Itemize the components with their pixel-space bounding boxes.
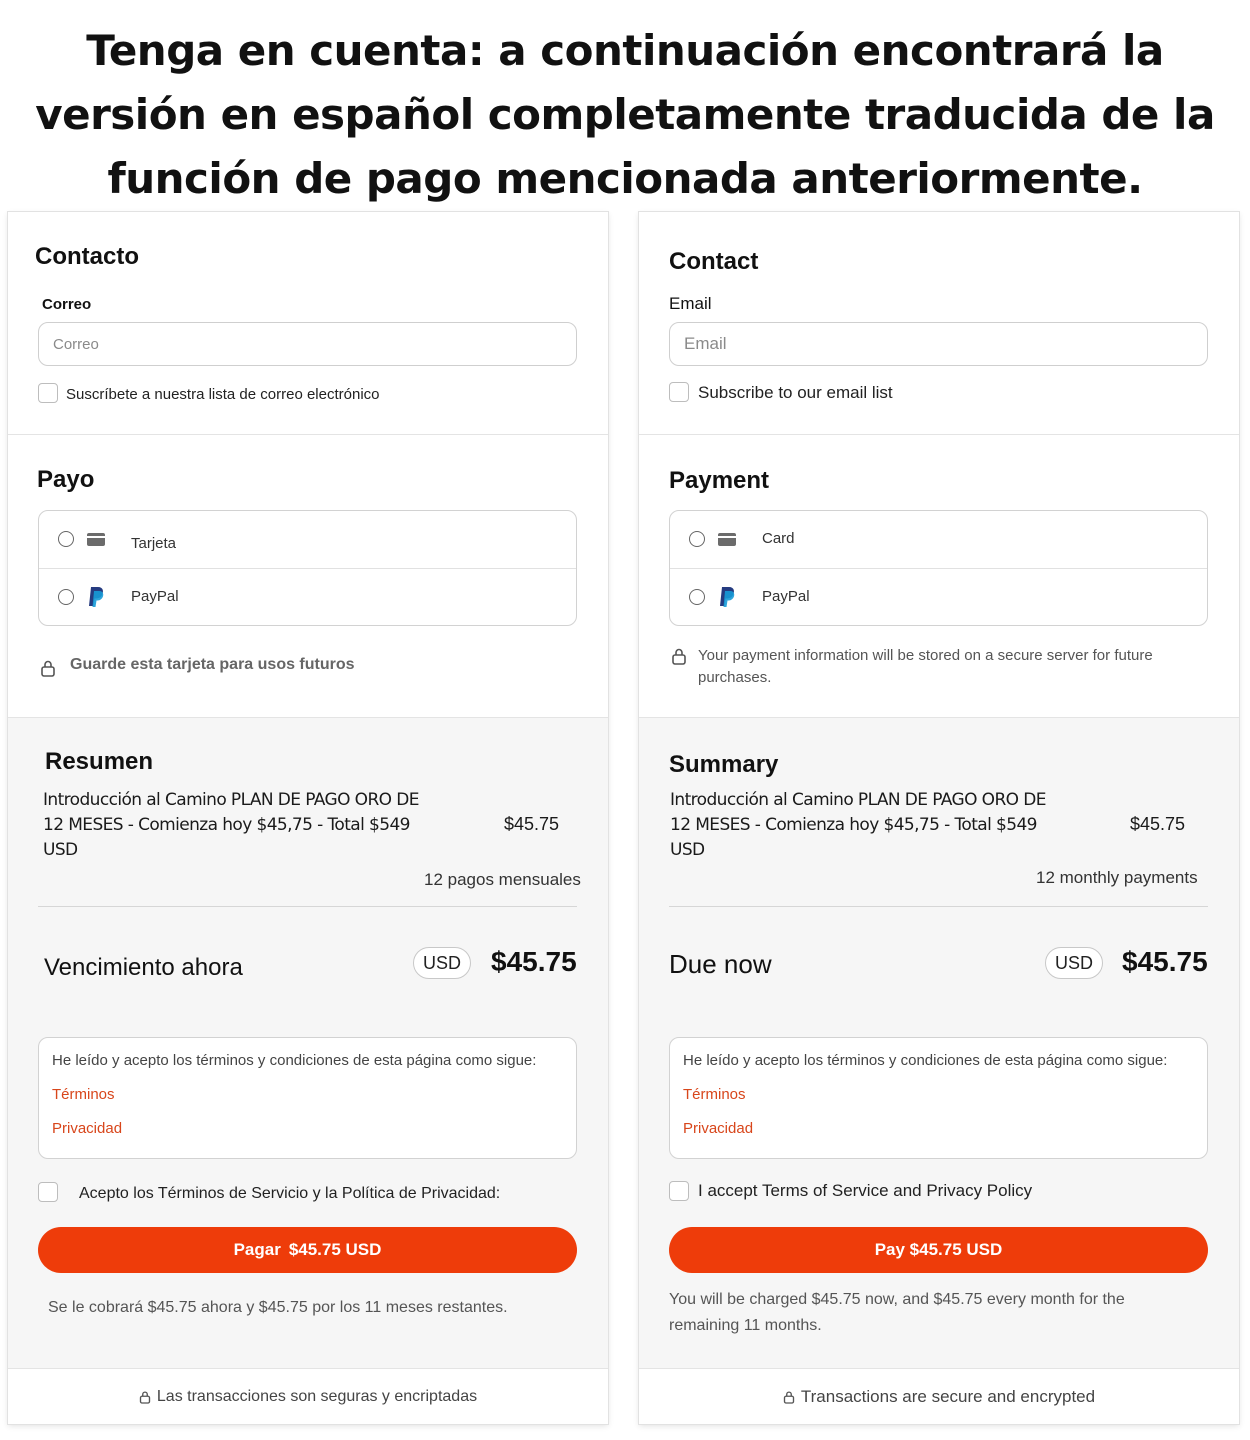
save-card-note: Guarde esta tarjeta para usos futuros: [70, 656, 355, 673]
subscribe-label: Subscribe to our email list: [698, 383, 893, 402]
summary-heading: Resumen: [45, 748, 154, 775]
pay-button[interactable]: Pagar $45.75 USD: [38, 1227, 577, 1273]
summary-section: Resumen Introducción al Camino PLAN DE P…: [8, 718, 608, 1368]
card-radio[interactable]: [58, 531, 74, 547]
checkout-panel-english: Contact Email Subscribe to our email lis…: [639, 212, 1239, 1424]
email-label: Correo: [42, 296, 92, 313]
paypal-label: PayPal: [131, 588, 179, 605]
subscribe-label: Suscríbete a nuestra lista de correo ele…: [66, 386, 380, 403]
due-now-amount: $45.75: [491, 946, 577, 977]
summary-heading: Summary: [669, 751, 779, 778]
pay-button-prefix: Pagar: [233, 1240, 281, 1259]
payment-option-card[interactable]: Card: [670, 511, 1207, 569]
save-card-note: Your payment information will be stored …: [698, 647, 1153, 686]
terms-intro: He leído y acepto los términos y condici…: [52, 1052, 537, 1069]
credit-card-icon: [87, 533, 105, 546]
charge-note: Se le cobrará $45.75 ahora y $45.75 por …: [48, 1299, 508, 1316]
payment-option-paypal[interactable]: PayPal: [39, 569, 576, 627]
payment-section: Payment Card PayPal Your payment informa…: [639, 435, 1239, 718]
summary-item-price: $45.75: [1130, 814, 1186, 834]
paypal-icon: [89, 587, 104, 607]
subscribe-checkbox[interactable]: [38, 383, 58, 403]
paypal-icon: [720, 587, 735, 607]
summary-item-subtext: 12 pagos mensuales: [424, 870, 581, 889]
terms-intro: He leído y acepto los términos y condici…: [683, 1052, 1168, 1069]
pay-button-label: Pay $45.75 USD: [874, 1240, 1003, 1259]
payment-method-list: Tarjeta PayPal: [38, 510, 577, 626]
card-radio[interactable]: [689, 531, 705, 547]
secure-footer-text: Transactions are secure and encrypted: [800, 1386, 1096, 1406]
currency-badge: USD: [1045, 947, 1103, 979]
payment-heading: Payo: [37, 466, 95, 493]
pay-button[interactable]: Pay $45.75 USD: [669, 1227, 1208, 1273]
currency-badge: USD: [413, 947, 471, 979]
email-input[interactable]: [38, 322, 577, 366]
accept-terms-checkbox[interactable]: [669, 1181, 689, 1201]
lock-icon: [41, 660, 55, 677]
checkout-panel-spanish: Contacto Correo Suscríbete a nuestra lis…: [8, 212, 608, 1424]
summary-item-price: $45.75: [504, 814, 560, 834]
subscribe-checkbox[interactable]: [669, 382, 689, 402]
payment-option-paypal[interactable]: PayPal: [670, 569, 1207, 627]
privacy-link[interactable]: Privacidad: [52, 1120, 122, 1137]
lock-icon: [139, 1390, 151, 1404]
payment-method-list: Card PayPal: [669, 510, 1208, 626]
terms-link[interactable]: Términos: [52, 1086, 115, 1103]
paypal-label: PayPal: [762, 588, 810, 605]
due-now-label: Due now: [669, 949, 772, 979]
contact-heading: Contact: [669, 248, 759, 275]
accept-terms-label: I accept Terms of Service and Privacy Po…: [698, 1181, 1033, 1200]
secure-footer: Transactions are secure and encrypted: [639, 1368, 1239, 1424]
charge-note: You will be charged $45.75 now, and $45.…: [669, 1291, 1125, 1334]
pay-button-amount: $45.75 USD: [288, 1240, 382, 1259]
payment-heading: Payment: [669, 467, 770, 494]
secure-footer-text: Las transacciones son seguras y encripta…: [156, 1387, 478, 1405]
accept-terms-checkbox[interactable]: [38, 1182, 58, 1202]
payment-option-card[interactable]: Tarjeta: [39, 511, 576, 569]
privacy-link[interactable]: Privacidad: [683, 1120, 753, 1137]
notice-banner: Tenga en cuenta: a continuación encontra…: [35, 26, 1215, 203]
paypal-radio[interactable]: [58, 589, 74, 605]
terms-box: He leído y acepto los términos y condici…: [669, 1037, 1208, 1159]
contact-section: Contacto Correo Suscríbete a nuestra lis…: [8, 212, 608, 435]
terms-link[interactable]: Términos: [683, 1086, 746, 1103]
lock-icon: [672, 648, 686, 665]
summary-item-name: Introducción al Camino PLAN DE PAGO ORO …: [43, 790, 419, 860]
card-label: Tarjeta: [131, 535, 177, 552]
email-label: Email: [669, 294, 712, 313]
lock-icon: [783, 1390, 795, 1404]
due-now-label: Vencimiento ahora: [44, 954, 243, 981]
due-now-amount: $45.75: [1122, 946, 1208, 977]
summary-section: Summary Introducción al Camino PLAN DE P…: [639, 718, 1239, 1368]
summary-item-subtext: 12 monthly payments: [1036, 868, 1198, 887]
credit-card-icon: [718, 533, 736, 546]
paypal-radio[interactable]: [689, 589, 705, 605]
summary-divider: [669, 906, 1208, 907]
contact-heading: Contacto: [35, 243, 139, 270]
secure-footer: Las transacciones son seguras y encripta…: [8, 1368, 608, 1424]
summary-item-name: Introducción al Camino PLAN DE PAGO ORO …: [670, 790, 1046, 860]
email-input[interactable]: [669, 322, 1208, 366]
contact-section: Contact Email Subscribe to our email lis…: [639, 212, 1239, 435]
terms-box: He leído y acepto los términos y condici…: [38, 1037, 577, 1159]
summary-divider: [38, 906, 577, 907]
accept-terms-label: Acepto los Términos de Servicio y la Pol…: [79, 1185, 501, 1202]
payment-section: Payo Tarjeta PayPal Guarde esta tarjeta …: [8, 435, 608, 718]
card-label: Card: [762, 530, 795, 547]
